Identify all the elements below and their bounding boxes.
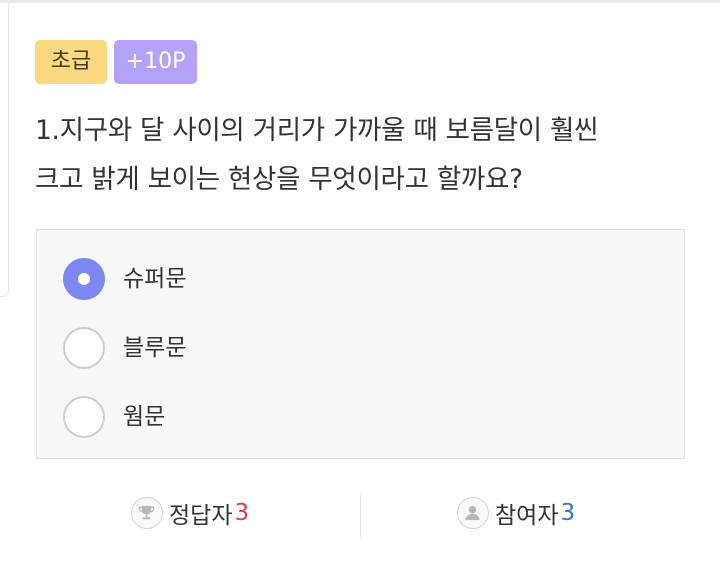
option-2[interactable]: 블루문 bbox=[63, 326, 623, 370]
trophy-icon bbox=[131, 497, 163, 529]
correct-answerers: 정답자3 bbox=[131, 496, 249, 540]
quiz-stats: 정답자3 참여자3 bbox=[0, 494, 720, 540]
participants: 참여자3 bbox=[457, 496, 575, 540]
option-label: 슈퍼문 bbox=[123, 266, 187, 292]
answer-options: 슈퍼문 블루문 웜문 bbox=[36, 229, 685, 459]
option-label: 블루문 bbox=[123, 335, 187, 361]
radio-unselected-icon[interactable] bbox=[63, 327, 105, 369]
option-3[interactable]: 웜문 bbox=[63, 395, 623, 439]
option-label: 웜문 bbox=[123, 404, 166, 430]
points-badge: +10P bbox=[114, 40, 197, 84]
adjacent-card-edge bbox=[0, 3, 9, 297]
correct-label: 정답자 bbox=[169, 503, 233, 529]
stats-divider bbox=[360, 494, 361, 538]
question-text: 1.지구와 달 사이의 거리가 가까울 때 보름달이 훨씬 크고 밝게 보이는 … bbox=[35, 106, 695, 204]
question-line-1: 1.지구와 달 사이의 거리가 가까울 때 보름달이 훨씬 bbox=[35, 115, 599, 146]
participants-count: 3 bbox=[560, 500, 576, 526]
option-1[interactable]: 슈퍼문 bbox=[63, 257, 623, 301]
participants-label: 참여자 bbox=[495, 503, 559, 529]
level-badge: 초급 bbox=[35, 40, 107, 84]
correct-count: 3 bbox=[234, 500, 250, 526]
top-border bbox=[0, 0, 720, 3]
radio-selected-icon[interactable] bbox=[63, 258, 105, 300]
user-icon bbox=[457, 497, 489, 529]
radio-unselected-icon[interactable] bbox=[63, 396, 105, 438]
question-line-2: 크고 밝게 보이는 현상을 무엇이라고 할까요? bbox=[35, 164, 523, 195]
